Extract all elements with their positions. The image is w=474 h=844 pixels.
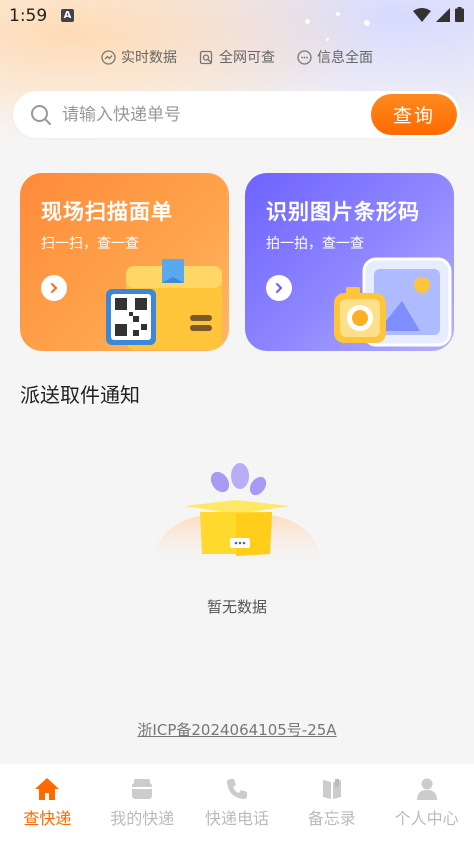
search-button[interactable]: 查询 xyxy=(371,94,457,135)
tab-label: 我的快递 xyxy=(110,809,175,828)
chat-icon xyxy=(297,49,312,65)
card-subtitle: 扫一扫，查一查 xyxy=(41,236,139,252)
feature-highlights: 实时数据 全网可查 信息全面 xyxy=(0,47,474,67)
tracking-number-input[interactable] xyxy=(62,99,362,130)
card-title: 识别图片条形码 xyxy=(266,200,420,224)
search-bar: 查询 xyxy=(13,91,460,138)
package-qr-icon xyxy=(106,259,222,350)
arrow-right-icon[interactable] xyxy=(266,275,292,301)
phone-icon xyxy=(226,779,247,799)
status-time: 1:59 xyxy=(9,6,48,26)
search-icon xyxy=(31,105,51,125)
tab-track-express[interactable]: 查快递 xyxy=(0,764,95,844)
tab-memo[interactable]: 备忘录 xyxy=(284,764,379,844)
bottom-tab-bar: 查快递 我的快递 快递电话 备忘录 个人中心 xyxy=(0,764,474,844)
arrow-right-icon[interactable] xyxy=(41,275,67,301)
section-title: 派送取件通知 xyxy=(20,383,140,407)
card-subtitle: 拍一拍，查一查 xyxy=(266,236,364,252)
tab-profile[interactable]: 个人中心 xyxy=(379,764,474,844)
feature-realtime: 实时数据 xyxy=(101,47,177,67)
photo-camera-icon xyxy=(334,257,452,347)
home-icon xyxy=(35,778,60,800)
wifi-icon xyxy=(413,7,431,22)
empty-box-icon xyxy=(152,463,322,570)
package-icon xyxy=(132,779,153,799)
tab-label: 查快递 xyxy=(23,809,72,828)
search-doc-icon xyxy=(199,50,213,64)
feature-info: 信息全面 xyxy=(297,47,373,67)
battery-icon xyxy=(455,7,464,22)
tab-label: 快递电话 xyxy=(204,809,269,828)
trend-icon xyxy=(101,49,116,65)
feature-label: 实时数据 xyxy=(121,50,177,66)
feature-network: 全网可查 xyxy=(199,47,275,67)
book-icon xyxy=(322,779,341,799)
tab-my-packages[interactable]: 我的快递 xyxy=(95,764,190,844)
tab-courier-phone[interactable]: 快递电话 xyxy=(190,764,285,844)
person-icon xyxy=(416,778,437,800)
status-bar: 1:59 A xyxy=(0,0,474,32)
empty-state-text: 暂无数据 xyxy=(206,598,267,616)
tab-label: 个人中心 xyxy=(394,809,459,828)
feature-label: 全网可查 xyxy=(219,50,275,66)
card-title: 现场扫描面单 xyxy=(41,200,173,224)
status-icons xyxy=(413,7,464,22)
recognize-barcode-card[interactable]: 识别图片条形码 拍一拍，查一查 xyxy=(245,173,454,351)
tab-label: 备忘录 xyxy=(307,809,356,828)
feature-label: 信息全面 xyxy=(317,50,373,66)
scan-label-card[interactable]: 现场扫描面单 扫一扫，查一查 xyxy=(20,173,229,351)
signal-icon xyxy=(436,7,450,22)
icp-link[interactable]: 浙ICP备2024064105号-25A xyxy=(0,719,474,740)
notification-icon: A xyxy=(61,9,74,22)
